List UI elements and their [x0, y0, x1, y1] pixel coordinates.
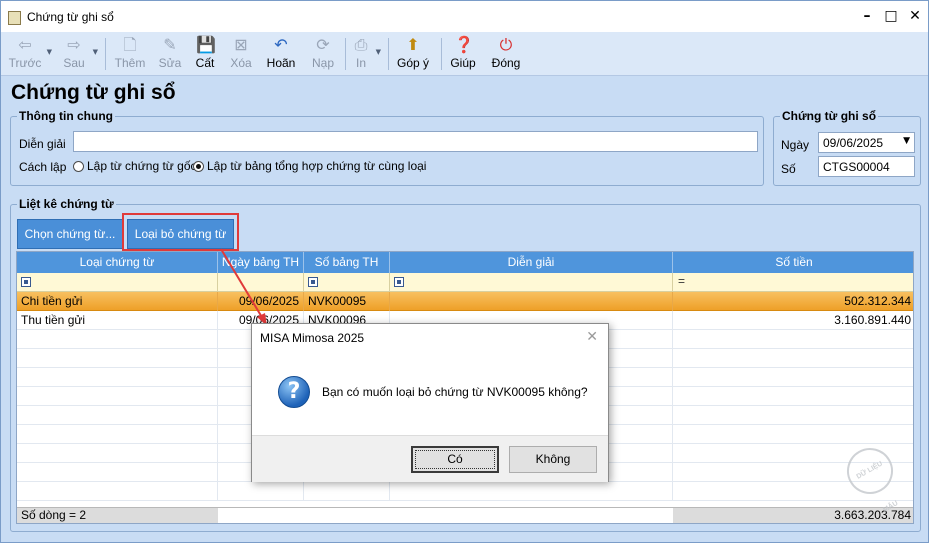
- dialog-footer: Có Không: [252, 435, 608, 482]
- dialog-close-icon[interactable]: ✕: [586, 329, 598, 345]
- dialog-title: MISA Mimosa 2025: [260, 331, 365, 345]
- main-window: Chứng từ ghi sổ – □ ✕ ⇦ Trước ▼ ⇨ Sau ▼ …: [0, 0, 929, 543]
- dialog-message: Bạn có muốn loại bỏ chứng từ NVK00095 kh…: [322, 385, 588, 399]
- confirm-dialog: MISA Mimosa 2025 ✕ ? Bạn có muốn loại bỏ…: [251, 323, 609, 482]
- question-icon: ?: [278, 376, 310, 408]
- yes-button[interactable]: Có: [411, 446, 499, 473]
- no-button[interactable]: Không: [509, 446, 597, 473]
